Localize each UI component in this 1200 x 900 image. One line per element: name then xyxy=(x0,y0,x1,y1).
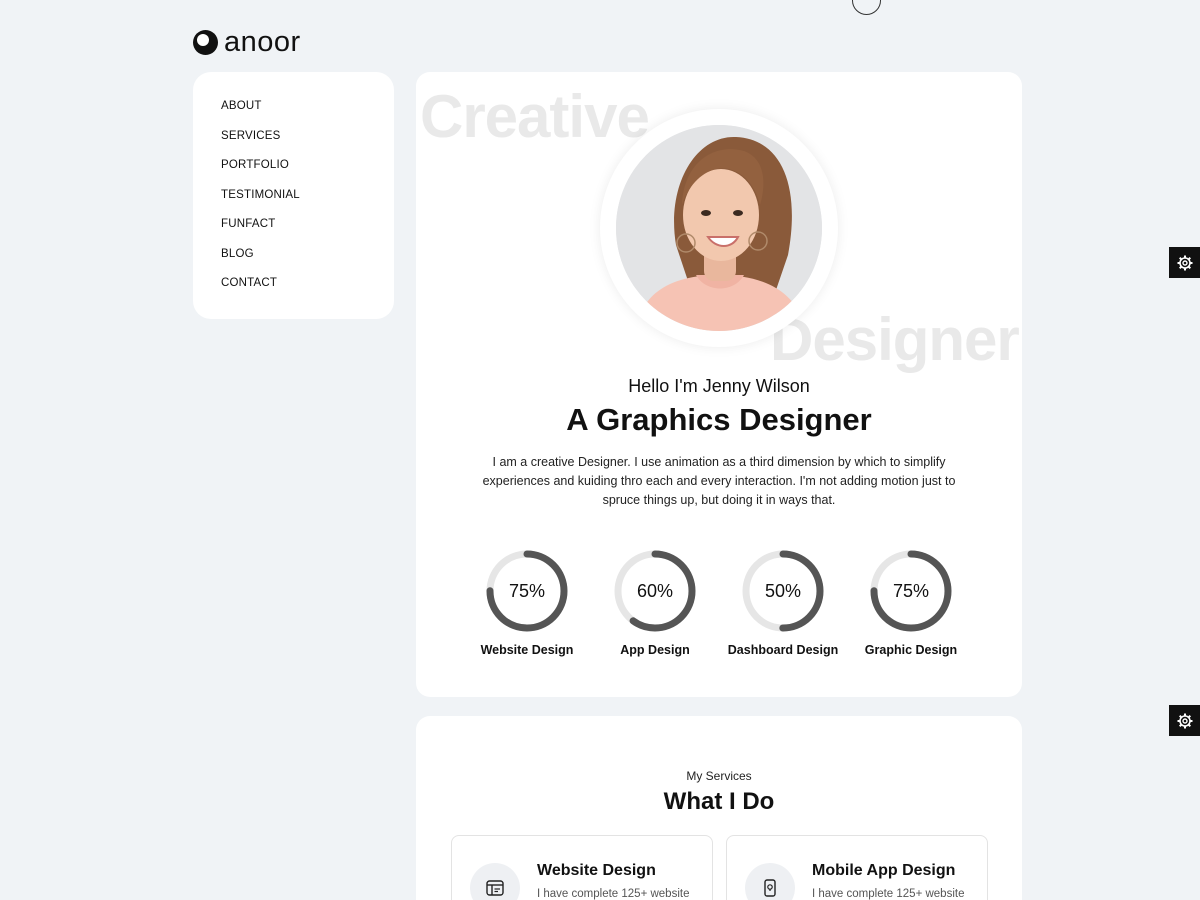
skill-label: Dashboard Design xyxy=(727,643,839,657)
greeting: Hello I'm Jenny Wilson xyxy=(628,376,810,396)
skill-item: 75% Website Design xyxy=(462,548,592,657)
person-illustration xyxy=(616,125,822,331)
services-subtitle: My Services xyxy=(686,769,752,783)
nav-item-blog[interactable]: BLOG xyxy=(221,246,394,276)
progress-ring: 50% xyxy=(742,550,824,632)
skill-label: Graphic Design xyxy=(864,643,958,657)
mobile-icon xyxy=(745,863,795,900)
skill-percent: 75% xyxy=(893,581,929,601)
nav-item-about[interactable]: ABOUT xyxy=(221,98,394,128)
nav-item-testimonial[interactable]: TESTIMONIAL xyxy=(221,187,394,217)
settings-button-secondary[interactable] xyxy=(1169,705,1200,736)
service-card-website[interactable]: Website Design I have complete 125+ webs… xyxy=(451,835,713,900)
service-desc: I have complete 125+ website xyxy=(537,888,690,900)
brand-name: anoor xyxy=(224,26,301,58)
logo-mark-icon xyxy=(193,30,218,55)
top-decor-circle xyxy=(852,0,881,15)
services-section: My Services What I Do Website Design I h… xyxy=(416,716,1022,900)
hero-section: Creative Designer Hello I'm Jenny Wilson… xyxy=(416,72,1022,697)
skill-label: Website Design xyxy=(480,643,574,657)
progress-ring: 75% xyxy=(486,550,568,632)
browser-icon xyxy=(470,863,520,900)
profile-photo xyxy=(616,125,822,331)
role-title: A Graphics Designer xyxy=(566,402,872,437)
nav-item-contact[interactable]: CONTACT xyxy=(221,275,394,305)
brand-logo[interactable]: anoor xyxy=(193,26,301,59)
bio-text: I am a creative Designer. I use animatio… xyxy=(482,455,956,507)
gear-icon xyxy=(1177,255,1192,270)
bg-word-designer: Designer xyxy=(770,306,1020,373)
sidebar-nav: ABOUT SERVICES PORTFOLIO TESTIMONIAL FUN… xyxy=(193,72,394,319)
progress-ring: 60% xyxy=(614,550,696,632)
bg-word-creative: Creative xyxy=(420,83,650,150)
services-title: What I Do xyxy=(663,788,775,815)
settings-button[interactable] xyxy=(1169,247,1200,278)
service-name: Website Design xyxy=(537,862,656,879)
skill-label: App Design xyxy=(620,643,690,657)
skill-item: 60% App Design xyxy=(590,548,720,657)
skill-item: 75% Graphic Design xyxy=(846,548,976,657)
skill-percent: 75% xyxy=(509,581,545,601)
gear-icon xyxy=(1177,713,1192,728)
nav-item-portfolio[interactable]: PORTFOLIO xyxy=(221,157,394,187)
progress-ring: 75% xyxy=(870,550,952,632)
skill-percent: 50% xyxy=(765,581,801,601)
service-desc: I have complete 125+ website xyxy=(812,888,965,900)
nav-item-services[interactable]: SERVICES xyxy=(221,128,394,158)
service-name: Mobile App Design xyxy=(812,862,956,879)
service-card-mobile[interactable]: Mobile App Design I have complete 125+ w… xyxy=(726,835,988,900)
skill-item: 50% Dashboard Design xyxy=(718,548,848,657)
skill-percent: 60% xyxy=(637,581,673,601)
nav-item-funfact[interactable]: FUNFACT xyxy=(221,216,394,246)
